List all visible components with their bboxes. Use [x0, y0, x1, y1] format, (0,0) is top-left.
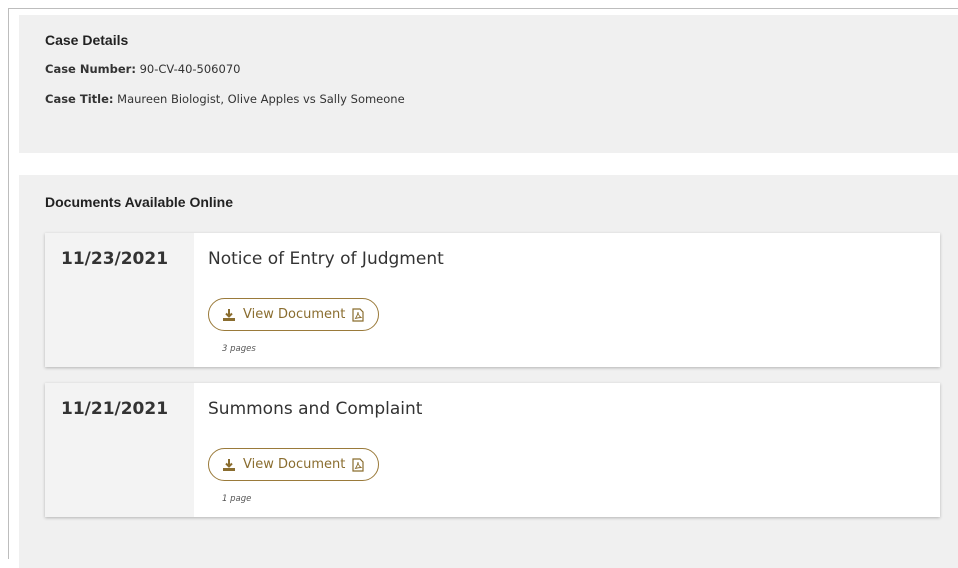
document-date-column: 11/21/2021 — [45, 383, 194, 517]
view-document-label: View Document — [243, 457, 346, 472]
document-main: Summons and Complaint View Document 1 pa… — [194, 383, 940, 517]
case-number-row: Case Number: 90-CV-40-506070 — [45, 62, 240, 76]
download-icon — [222, 308, 236, 322]
case-number-value: 90-CV-40-506070 — [139, 62, 241, 76]
page-count: 3 pages — [222, 344, 256, 354]
document-title: Notice of Entry of Judgment — [208, 249, 444, 269]
download-icon — [222, 458, 236, 472]
case-details-panel: Case Details Case Number: 90-CV-40-50607… — [19, 15, 958, 153]
document-date-column: 11/23/2021 — [45, 233, 194, 367]
pdf-icon — [352, 457, 364, 472]
documents-panel: Documents Available Online 11/23/2021 No… — [19, 175, 958, 568]
document-date: 11/21/2021 — [61, 399, 169, 419]
document-card: 11/23/2021 Notice of Entry of Judgment V… — [45, 233, 940, 367]
case-title-value: Maureen Biologist, Olive Apples vs Sally… — [117, 92, 405, 106]
page-frame: Case Details Case Number: 90-CV-40-50607… — [8, 8, 958, 568]
view-document-label: View Document — [243, 307, 346, 322]
pdf-icon — [352, 307, 364, 322]
case-details-heading: Case Details — [45, 32, 129, 48]
case-title-label: Case Title: — [45, 92, 114, 106]
case-title-row: Case Title: Maureen Biologist, Olive App… — [45, 92, 405, 106]
document-date: 11/23/2021 — [61, 249, 169, 269]
view-document-button[interactable]: View Document — [208, 298, 380, 331]
document-title: Summons and Complaint — [208, 399, 423, 419]
documents-heading: Documents Available Online — [45, 194, 234, 210]
document-card: 11/21/2021 Summons and Complaint View Do… — [45, 383, 940, 517]
case-number-label: Case Number: — [45, 62, 136, 76]
view-document-button[interactable]: View Document — [208, 448, 380, 481]
page-count: 1 page — [222, 494, 252, 504]
document-main: Notice of Entry of Judgment View Documen… — [194, 233, 940, 367]
